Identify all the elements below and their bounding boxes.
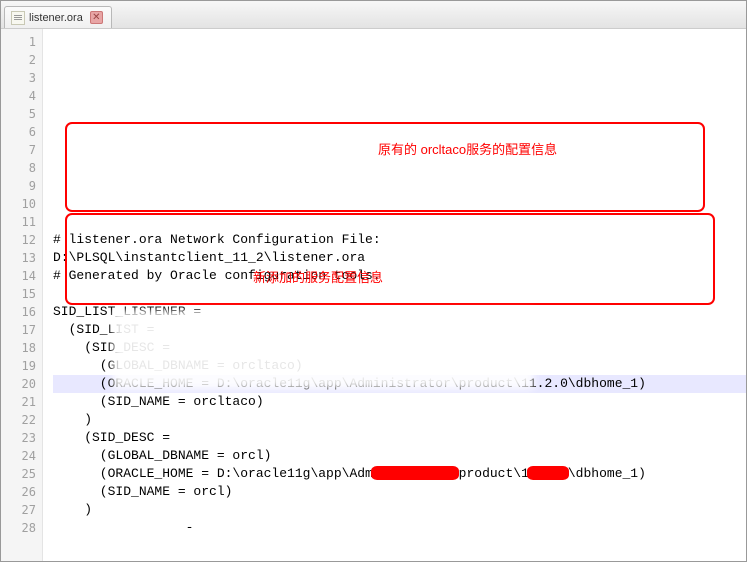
line-number: 20 xyxy=(1,375,36,393)
line-number: 9 xyxy=(1,177,36,195)
line-number: 14 xyxy=(1,267,36,285)
code-line[interactable] xyxy=(53,285,746,303)
line-number: 13 xyxy=(1,249,36,267)
line-number: 27 xyxy=(1,501,36,519)
redacted-port xyxy=(527,466,569,480)
annotation-box-1 xyxy=(65,122,705,212)
code-line[interactable]: D:\PLSQL\instantclient_11_2\listener.ora xyxy=(53,249,746,267)
line-number: 21 xyxy=(1,393,36,411)
code-line[interactable]: (GLOBAL_DBNAME = orcl) xyxy=(53,447,746,465)
line-number: 6 xyxy=(1,123,36,141)
file-tab[interactable]: listener.ora ✕ xyxy=(4,6,112,28)
line-number: 7 xyxy=(1,141,36,159)
code-line[interactable]: # Generated by Oracle configuration tool… xyxy=(53,267,746,285)
redacted-region-2 xyxy=(503,551,663,561)
line-number: 17 xyxy=(1,321,36,339)
code-line[interactable]: ) xyxy=(53,411,746,429)
line-number: 3 xyxy=(1,69,36,87)
line-number: 1 xyxy=(1,33,36,51)
close-tab-icon[interactable]: ✕ xyxy=(90,11,103,24)
code-line[interactable]: (SID_NAME = orcl) xyxy=(53,483,746,501)
annotation-label-1: 原有的 orcltaco服务的配置信息 xyxy=(378,141,557,159)
editor-window: listener.ora ✕ 1234567891011121314151617… xyxy=(0,0,747,562)
tab-filename: listener.ora xyxy=(29,12,83,24)
code-line[interactable]: (SID_NAME = orcltaco) xyxy=(53,393,746,411)
line-number-gutter: 1234567891011121314151617181920212223242… xyxy=(1,29,43,561)
line-number: 28 xyxy=(1,519,36,537)
redacted-region xyxy=(113,311,533,389)
line-number: 25 xyxy=(1,465,36,483)
line-number: 2 xyxy=(1,51,36,69)
line-number: 22 xyxy=(1,411,36,429)
tab-bar: listener.ora ✕ xyxy=(1,1,746,29)
line-number: 10 xyxy=(1,195,36,213)
file-icon xyxy=(11,11,25,25)
code-line[interactable]: (SID_DESC = xyxy=(53,429,746,447)
line-number: 18 xyxy=(1,339,36,357)
code-content[interactable]: # listener.ora Network Configuration Fil… xyxy=(43,29,746,561)
line-number: 12 xyxy=(1,231,36,249)
line-number: 23 xyxy=(1,429,36,447)
editor-area[interactable]: 1234567891011121314151617181920212223242… xyxy=(1,29,746,561)
line-number: 19 xyxy=(1,357,36,375)
line-number: 5 xyxy=(1,105,36,123)
code-line[interactable]: ) xyxy=(53,501,746,519)
line-number: 8 xyxy=(1,159,36,177)
redacted-host xyxy=(371,466,459,480)
code-line[interactable]: - xyxy=(53,519,746,537)
line-number: 11 xyxy=(1,213,36,231)
line-number: 26 xyxy=(1,483,36,501)
line-number: 4 xyxy=(1,87,36,105)
line-number: 24 xyxy=(1,447,36,465)
code-line[interactable]: # listener.ora Network Configuration Fil… xyxy=(53,231,746,249)
line-number: 16 xyxy=(1,303,36,321)
line-number: 15 xyxy=(1,285,36,303)
